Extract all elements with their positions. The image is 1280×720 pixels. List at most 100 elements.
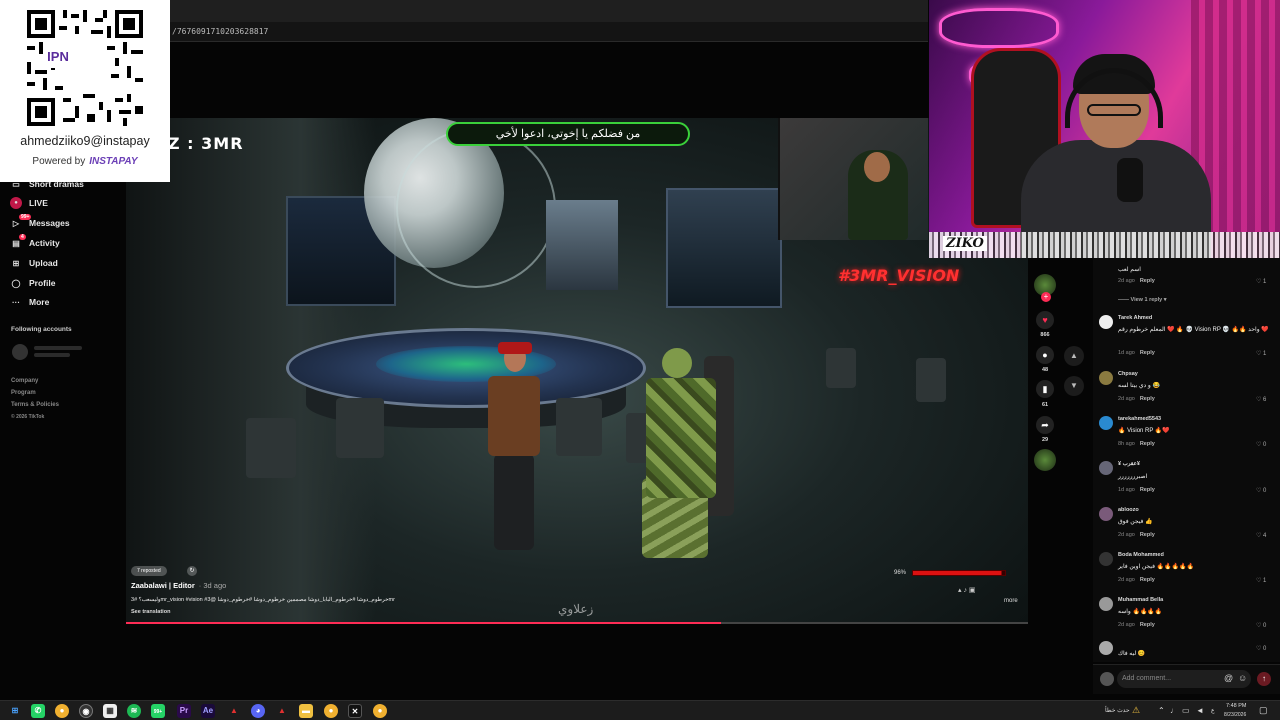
- character-legs: [494, 454, 534, 550]
- chrome-icon[interactable]: ●: [55, 704, 69, 718]
- footer-company[interactable]: Company: [11, 378, 38, 384]
- clock-date[interactable]: 8/23/2026: [1224, 712, 1246, 718]
- scene-ring: [396, 128, 556, 288]
- sidebar-item-live[interactable]: ● LIVE: [10, 195, 48, 211]
- autodesk-2-icon[interactable]: ▲: [275, 704, 289, 718]
- files-icon[interactable]: ▬: [299, 704, 313, 718]
- windows-start-icon[interactable]: ⊞: [8, 704, 22, 718]
- comment-like[interactable]: ♡ 1: [1256, 350, 1266, 357]
- spotify-icon[interactable]: ≋: [127, 704, 141, 718]
- commenter-avatar[interactable]: [1099, 416, 1113, 430]
- sound-avatar[interactable]: [1034, 449, 1056, 471]
- chevron-up-icon[interactable]: ▲: [1064, 346, 1084, 366]
- comment-meta: 1d ago Reply: [1118, 350, 1155, 356]
- comment-meta: 2d ago Reply: [1118, 396, 1155, 402]
- share-icon[interactable]: ➦: [1036, 416, 1054, 434]
- mic-icon[interactable]: ♩: [1170, 706, 1178, 715]
- commenter-avatar[interactable]: [1099, 371, 1113, 385]
- network-icon[interactable]: ▭: [1182, 706, 1190, 715]
- bell-icon: ▤ 4: [12, 234, 26, 248]
- reply-link[interactable]: Reply: [1140, 441, 1155, 447]
- mention-icon[interactable]: @: [1224, 673, 1233, 683]
- capcut-icon[interactable]: ✕: [348, 704, 362, 718]
- reply-link[interactable]: Reply: [1140, 396, 1155, 402]
- comment-age: 2d ago: [1118, 577, 1135, 583]
- commenter-name[interactable]: Muhammad Bella: [1118, 597, 1163, 603]
- repost-pill[interactable]: 7 reposted: [131, 566, 167, 576]
- comment-like[interactable]: ♡ 0: [1256, 645, 1266, 652]
- commenter-name[interactable]: ¥ عقرب¥: [1118, 461, 1140, 467]
- premiere-icon[interactable]: Pr: [177, 704, 191, 718]
- like-count: 0: [1263, 646, 1267, 652]
- tray-chevron-icon[interactable]: ⌃: [1158, 706, 1165, 715]
- clock-time[interactable]: 7:48 PM: [1226, 703, 1246, 709]
- autodesk-icon[interactable]: ▲: [227, 704, 241, 718]
- add-comment-bar: Add comment... @ ☺ ↑: [1093, 664, 1280, 694]
- video-progress[interactable]: [126, 622, 1028, 624]
- comment-like[interactable]: ♡ 1: [1256, 577, 1266, 584]
- reply-link[interactable]: Reply: [1140, 622, 1155, 628]
- volume-icon[interactable]: ◄: [1196, 706, 1204, 715]
- more-link[interactable]: more: [1004, 598, 1018, 604]
- commenter-name[interactable]: abloozo: [1118, 507, 1139, 513]
- commenter-name[interactable]: Tarek Ahmed: [1118, 315, 1152, 321]
- heart-icon[interactable]: ♥: [1036, 311, 1054, 329]
- bookmark-icon[interactable]: ▮: [1036, 380, 1054, 398]
- comment-icon[interactable]: ●: [1036, 346, 1054, 364]
- comment-like[interactable]: ♡ 0: [1256, 441, 1266, 448]
- reply-link[interactable]: Reply: [1140, 487, 1155, 493]
- obs-icon[interactable]: ◉: [79, 704, 93, 718]
- footer-program[interactable]: Program: [11, 390, 36, 396]
- news-widget[interactable]: حدث خطأ: [1105, 707, 1130, 714]
- comment-like[interactable]: ♡ 1: [1256, 278, 1266, 285]
- sidebar-item-profile[interactable]: ◯ Profile: [10, 275, 56, 291]
- after-effects-icon[interactable]: Ae: [201, 704, 215, 718]
- commenter-name[interactable]: Boda Mohammed: [1118, 552, 1164, 558]
- sidebar-item-activity[interactable]: ▤ 4 Activity: [10, 234, 60, 251]
- like-count: 0: [1263, 442, 1267, 448]
- emoji-icon[interactable]: ☺: [1238, 673, 1247, 683]
- video-progress-fill: [126, 622, 722, 624]
- see-translation-link[interactable]: See translation: [131, 609, 170, 615]
- commenter-avatar[interactable]: [1099, 315, 1113, 329]
- send-icon[interactable]: ↑: [1257, 672, 1271, 686]
- discord-icon[interactable]: ◕: [251, 704, 265, 718]
- follow-plus-icon[interactable]: +: [1041, 292, 1051, 302]
- reply-link[interactable]: Reply: [1140, 350, 1155, 356]
- view-replies[interactable]: —— View 1 reply ▾: [1118, 297, 1167, 303]
- reply-link[interactable]: Reply: [1140, 278, 1155, 284]
- chrome-2-icon[interactable]: ●: [324, 704, 338, 718]
- reply-link[interactable]: Reply: [1140, 532, 1155, 538]
- commenter-name[interactable]: tarekahmed5543: [1118, 416, 1161, 422]
- comment-like[interactable]: ♡ 0: [1256, 487, 1266, 494]
- warning-icon[interactable]: ⚠: [1132, 705, 1140, 716]
- calendar-icon[interactable]: ▦: [103, 704, 117, 718]
- video-player[interactable]: Z : 3MR من فضلكم يا إخوتي، ادعوا لأخي #3…: [126, 118, 1028, 624]
- sidebar-item-more[interactable]: ··· More: [10, 294, 49, 310]
- commenter-avatar[interactable]: [1099, 597, 1113, 611]
- language-indicator[interactable]: ع: [1211, 707, 1215, 714]
- chrome-3-icon[interactable]: ●: [373, 704, 387, 718]
- comment-like[interactable]: ♡ 0: [1256, 622, 1266, 629]
- commenter-name[interactable]: Chpsay: [1118, 371, 1138, 377]
- commenter-avatar[interactable]: [1099, 552, 1113, 566]
- notification-icon[interactable]: ▢: [1259, 705, 1268, 716]
- commenter-avatar[interactable]: [1099, 461, 1113, 475]
- chevron-down-icon[interactable]: ▼: [1064, 376, 1084, 396]
- arabic-banner: من فضلكم يا إخوتي، ادعوا لأخي: [446, 122, 690, 146]
- whatsapp-business-icon[interactable]: 99+: [151, 704, 165, 718]
- commenter-avatar[interactable]: [1099, 641, 1113, 655]
- sidebar-item-upload[interactable]: ⊞ Upload: [10, 255, 58, 271]
- reply-link[interactable]: Reply: [1140, 577, 1155, 583]
- live-icon: ●: [10, 197, 22, 209]
- repost-icon[interactable]: ↻: [187, 566, 197, 576]
- video-author[interactable]: Zaabalawi | Editor · 3d ago: [131, 581, 226, 590]
- whatsapp-icon[interactable]: ✆: [31, 704, 45, 718]
- footer-terms[interactable]: Terms & Policies: [11, 402, 59, 408]
- volume-icon[interactable]: ▴ ♪ ▣: [958, 586, 976, 594]
- comment-like[interactable]: ♡ 4: [1256, 532, 1266, 539]
- author-name[interactable]: Zaabalawi | Editor: [131, 581, 195, 590]
- sidebar-item-messages[interactable]: ▷ 99+ Messages: [10, 214, 70, 231]
- comment-like[interactable]: ♡ 6: [1256, 396, 1266, 403]
- commenter-avatar[interactable]: [1099, 507, 1113, 521]
